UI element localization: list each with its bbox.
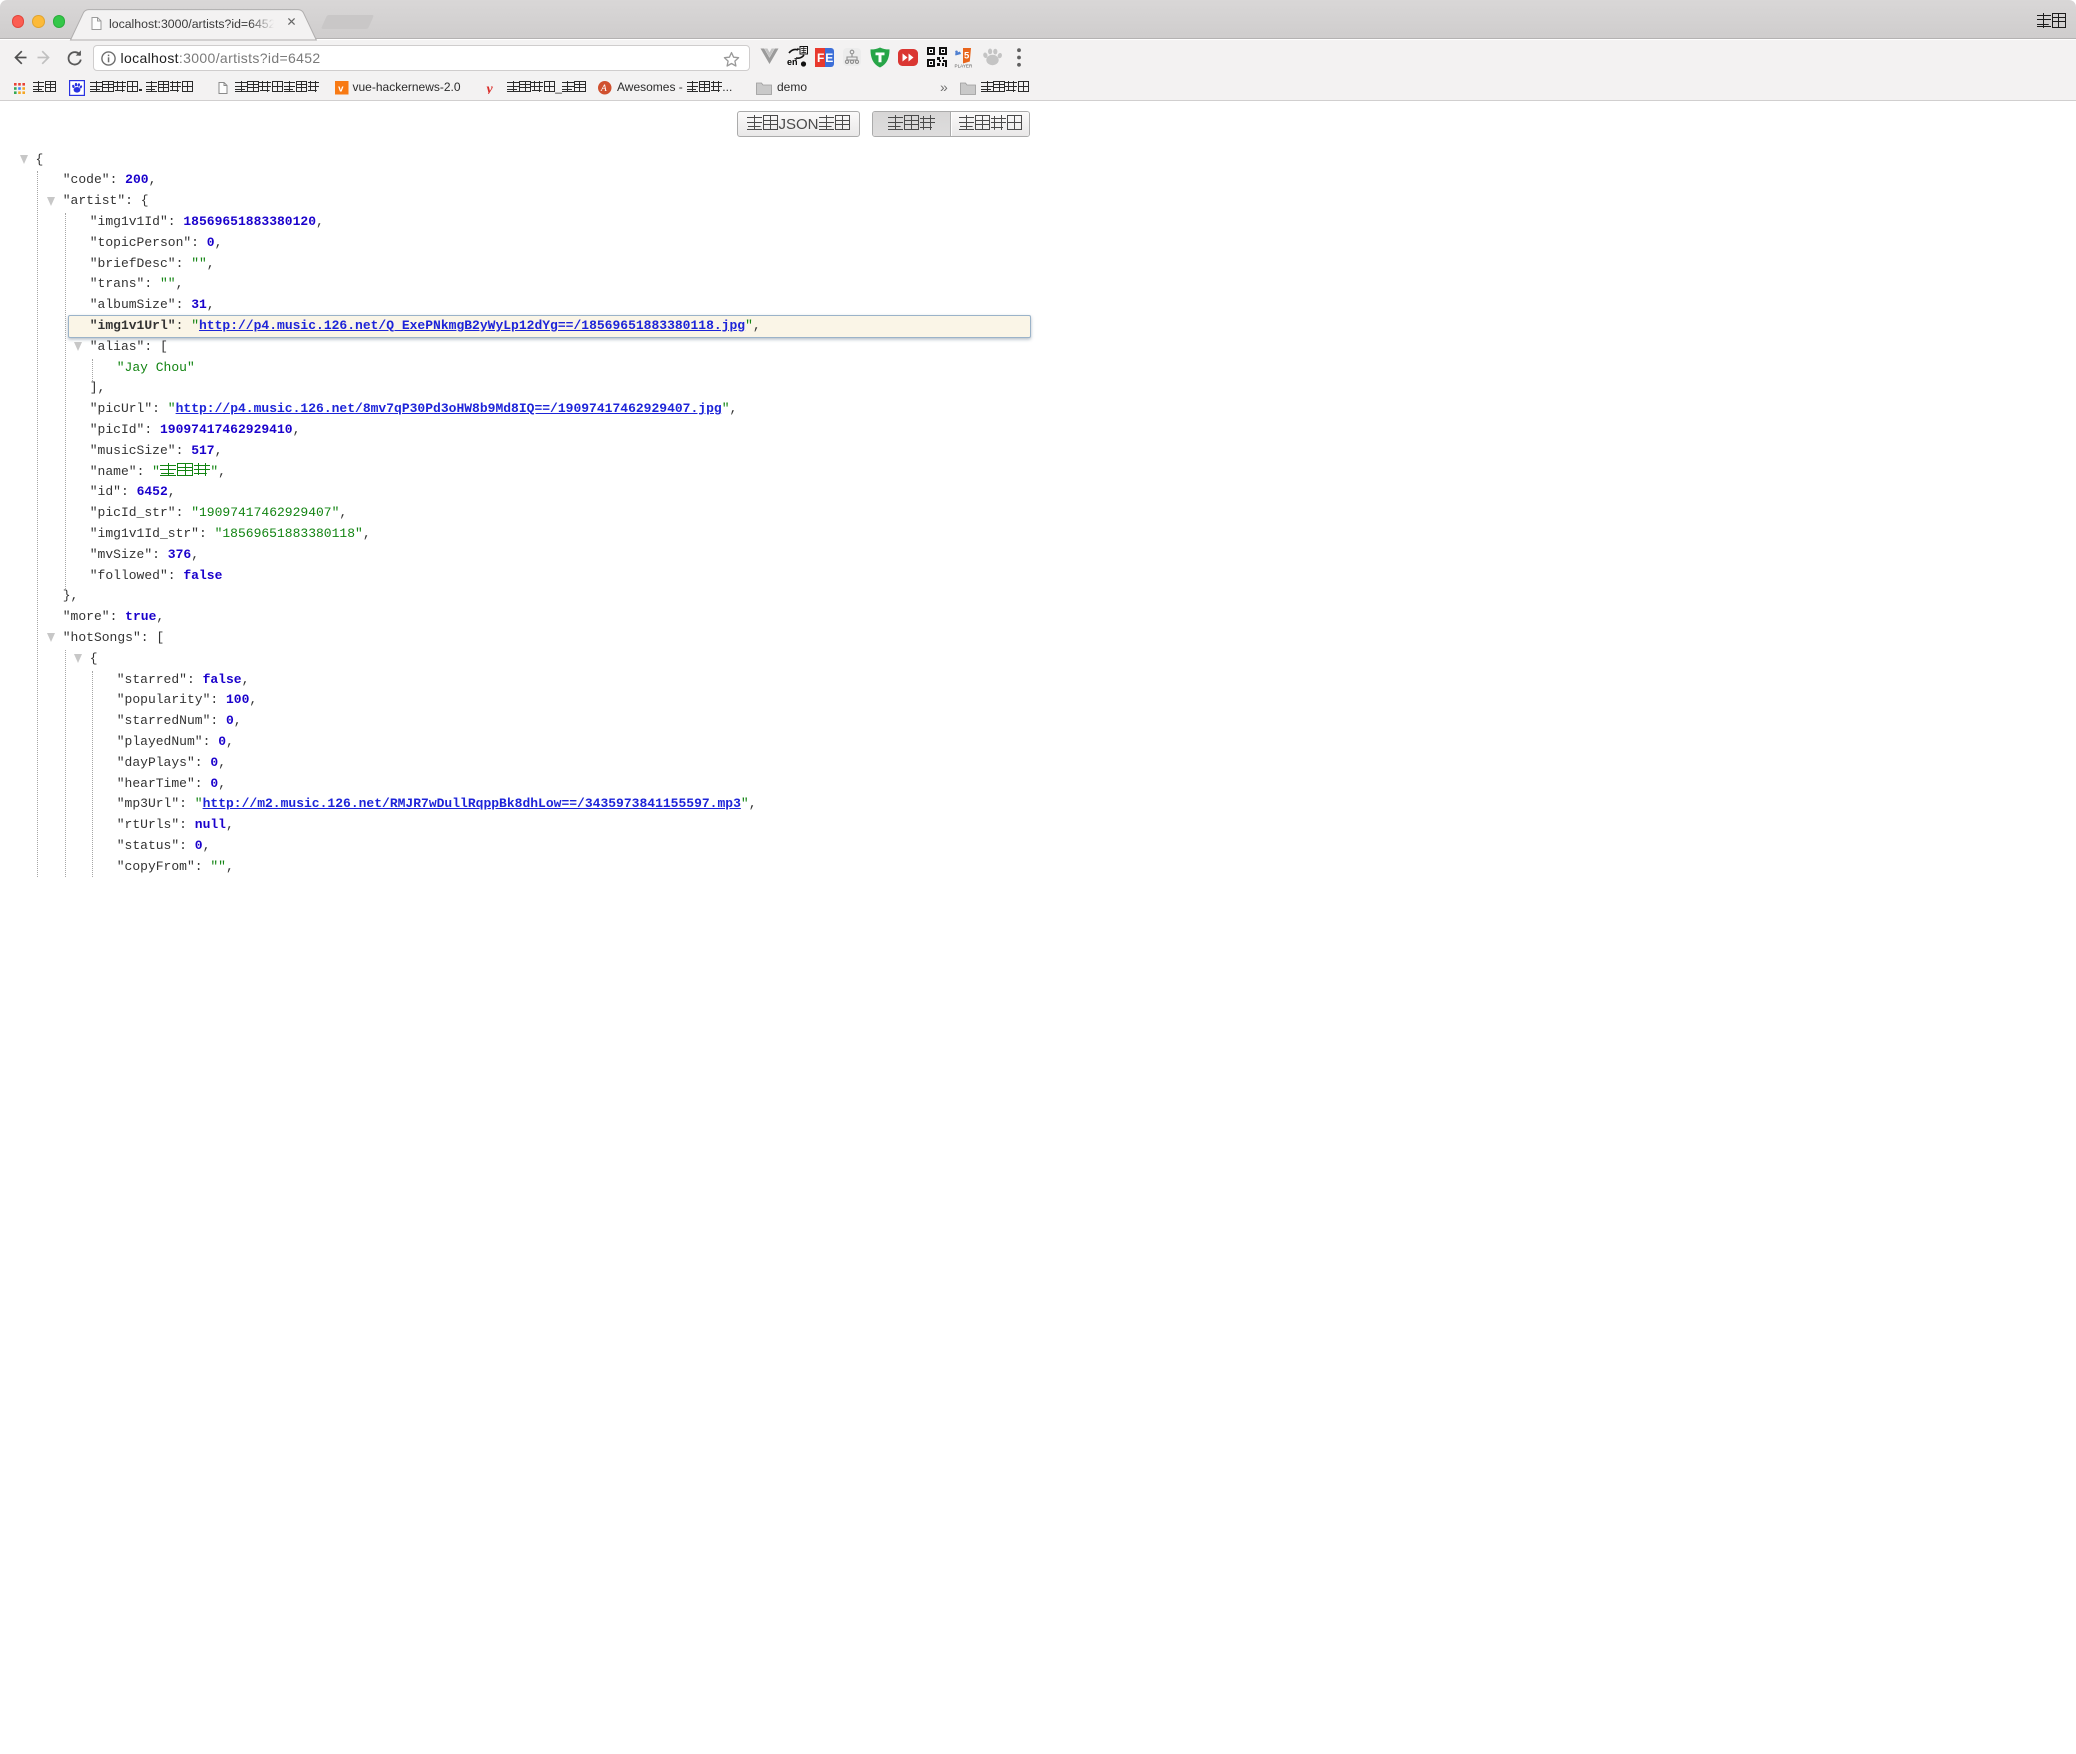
svg-text:v: v: [338, 84, 344, 95]
svg-text:F: F: [817, 51, 824, 65]
svg-text:5: 5: [964, 51, 970, 62]
svg-text:PLAYER: PLAYER: [955, 64, 973, 69]
svg-text:y: y: [486, 82, 494, 94]
svg-text:E: E: [825, 51, 833, 65]
svg-text:A: A: [600, 83, 607, 94]
svg-text:en: en: [787, 57, 798, 67]
